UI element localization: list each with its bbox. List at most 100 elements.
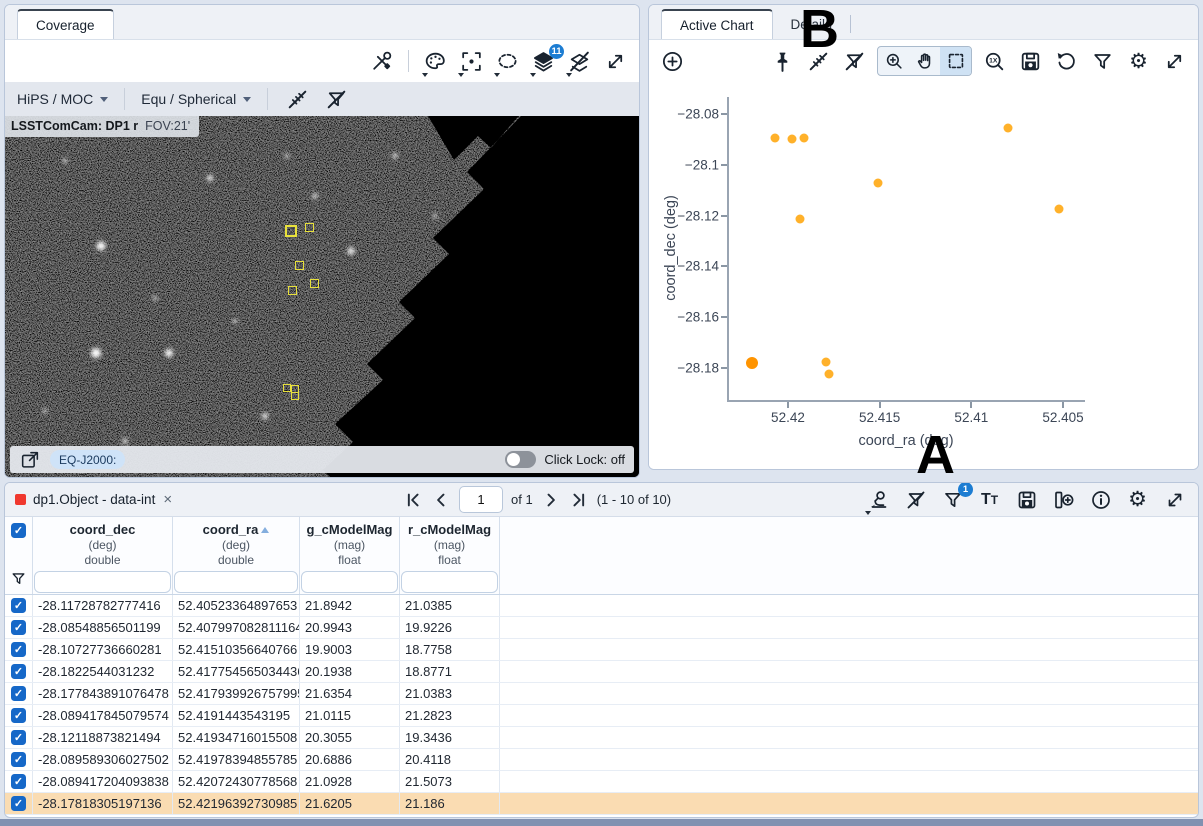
unfilter-button[interactable] bbox=[902, 486, 929, 513]
save-chart-button[interactable] bbox=[1017, 48, 1044, 75]
column-filter-input[interactable] bbox=[301, 571, 398, 593]
select-all-checkbox[interactable]: ✓ bbox=[11, 523, 26, 538]
row-checkbox-checked[interactable]: ✓ bbox=[11, 708, 26, 723]
bottom-scrollbar[interactable] bbox=[0, 819, 1203, 826]
source-marker[interactable] bbox=[309, 278, 319, 288]
save-table-button[interactable] bbox=[1013, 486, 1040, 513]
page-input[interactable] bbox=[459, 486, 503, 513]
hips-moc-dropdown[interactable]: HiPS / MOC bbox=[17, 91, 109, 107]
table-row[interactable]: ✓ -28.17818305197136 52.42196392730985 21.6… bbox=[5, 793, 1198, 815]
table-header: ✓ coord_dec (deg) double coord_ra (deg) doubl… bbox=[5, 517, 1198, 595]
text-view-button[interactable]: TT bbox=[976, 486, 1003, 513]
last-page-button[interactable] bbox=[569, 490, 589, 510]
row-checkbox-checked[interactable]: ✓ bbox=[11, 642, 26, 657]
close-table-icon[interactable]: × bbox=[163, 492, 172, 507]
unfilter-button[interactable] bbox=[323, 86, 350, 113]
data-point[interactable] bbox=[824, 369, 834, 378]
zoom-mode-button[interactable] bbox=[878, 47, 909, 75]
unfilter-icon bbox=[907, 491, 924, 508]
tab-coverage[interactable]: Coverage bbox=[17, 9, 114, 39]
table-row[interactable]: ✓ -28.1822544031232 52.417754565034436 20.1… bbox=[5, 661, 1198, 683]
table-row[interactable]: ✓ -28.11728782777416 52.40523364897653 21.8… bbox=[5, 595, 1198, 617]
row-checkbox-checked[interactable]: ✓ bbox=[11, 796, 26, 811]
source-marker[interactable] bbox=[304, 222, 314, 232]
tools-button[interactable] bbox=[368, 48, 395, 75]
column-filter-input[interactable] bbox=[401, 571, 498, 593]
row-filler bbox=[500, 793, 1198, 814]
filter-button[interactable]: 1 bbox=[939, 483, 973, 513]
inspect-icon bbox=[870, 490, 886, 508]
center-image-button[interactable] bbox=[458, 48, 485, 77]
table-row[interactable]: ✓ -28.08548856501199 52.407997082811164 20.… bbox=[5, 617, 1198, 639]
source-marker[interactable] bbox=[287, 285, 297, 295]
pin-chart-button[interactable] bbox=[769, 48, 796, 75]
rect-select-mode-button[interactable] bbox=[940, 47, 971, 75]
column-header[interactable]: g_cModelMag (mag) float bbox=[300, 517, 400, 594]
table-row[interactable]: ✓ -28.089417204093838 52.42072430778568 21.… bbox=[5, 771, 1198, 793]
source-marker[interactable] bbox=[283, 384, 291, 392]
data-point[interactable] bbox=[1054, 204, 1064, 214]
column-filter-input[interactable] bbox=[34, 571, 171, 593]
row-checkbox-checked[interactable]: ✓ bbox=[11, 598, 26, 613]
projection-dropdown[interactable]: Equ / Spherical bbox=[141, 91, 252, 107]
column-header[interactable]: coord_dec (deg) double bbox=[33, 517, 173, 594]
row-checkbox-checked[interactable]: ✓ bbox=[11, 686, 26, 701]
data-point[interactable] bbox=[873, 178, 883, 188]
info-button[interactable] bbox=[1087, 486, 1114, 513]
table-settings-button[interactable]: ⚙ bbox=[1124, 486, 1151, 513]
table-row[interactable]: ✓ -28.12118873821494 52.41934716015508 20.3… bbox=[5, 727, 1198, 749]
chart-settings-button[interactable]: ⚙ bbox=[1125, 48, 1152, 75]
row-checkbox-checked[interactable]: ✓ bbox=[11, 620, 26, 635]
row-checkbox-checked[interactable]: ✓ bbox=[11, 774, 26, 789]
chart-expand-button[interactable] bbox=[1161, 48, 1188, 75]
data-point[interactable] bbox=[770, 133, 780, 143]
pan-mode-button[interactable] bbox=[909, 47, 940, 75]
data-point[interactable] bbox=[795, 214, 805, 224]
filter-icon bbox=[1094, 53, 1111, 69]
table-row[interactable]: ✓ -28.10727736660281 52.41510356640766 19.9… bbox=[5, 639, 1198, 661]
first-page-button[interactable] bbox=[403, 490, 423, 510]
table-expand-button[interactable] bbox=[1161, 486, 1188, 513]
unfilter-button[interactable] bbox=[841, 48, 868, 75]
table-row[interactable]: ✓ -28.089589306027502 52.41978394855785 20.… bbox=[5, 749, 1198, 771]
table-row[interactable]: ✓ -28.089417845079574 52.4191443543195 21.0… bbox=[5, 705, 1198, 727]
sky-image[interactable]: LSSTComCam: DP1 r FOV:21' EQ-J2000: Click… bbox=[5, 116, 639, 477]
data-point[interactable] bbox=[821, 357, 831, 367]
layers-button[interactable]: 11 bbox=[530, 43, 564, 77]
save-icon bbox=[1018, 491, 1035, 508]
row-checkbox-checked[interactable]: ✓ bbox=[11, 664, 26, 679]
column-filter-input[interactable] bbox=[174, 571, 298, 593]
row-checkbox-checked[interactable]: ✓ bbox=[11, 752, 26, 767]
zoom-original-button[interactable]: 1X bbox=[981, 48, 1008, 75]
external-link-icon[interactable] bbox=[19, 449, 41, 471]
add-chart-button[interactable] bbox=[659, 48, 686, 75]
color-palette-button[interactable] bbox=[422, 48, 449, 77]
prev-page-button[interactable] bbox=[431, 490, 451, 510]
add-column-button[interactable] bbox=[1050, 486, 1077, 513]
coverage-expand-button[interactable] bbox=[602, 48, 629, 75]
ellipse-select-button[interactable] bbox=[494, 48, 521, 77]
data-point[interactable] bbox=[745, 357, 758, 370]
y-tick-mark bbox=[721, 366, 727, 369]
row-checkbox-cell: ✓ bbox=[5, 639, 33, 660]
source-marker[interactable] bbox=[294, 260, 304, 270]
source-marker[interactable] bbox=[285, 225, 297, 237]
click-lock-toggle[interactable] bbox=[505, 451, 537, 468]
column-filter-icon[interactable] bbox=[10, 570, 27, 587]
tab-active-chart[interactable]: Active Chart bbox=[661, 9, 773, 39]
unhighlight-button[interactable] bbox=[284, 86, 311, 113]
next-page-button[interactable] bbox=[541, 490, 561, 510]
data-point[interactable] bbox=[799, 133, 809, 143]
data-point[interactable] bbox=[1003, 123, 1013, 133]
layers-off-button[interactable] bbox=[566, 48, 593, 77]
scatter-plot[interactable]: coord_ra (deg) coord_dec (deg) 52.42 52.4… bbox=[649, 82, 1198, 469]
filter-chart-button[interactable] bbox=[1089, 48, 1116, 75]
inspect-button[interactable] bbox=[865, 486, 892, 515]
column-header[interactable]: r_cModelMag (mag) float bbox=[400, 517, 500, 594]
refresh-button[interactable] bbox=[1053, 48, 1080, 75]
table-row[interactable]: ✓ -28.177843891076478 52.417939926757995 21… bbox=[5, 683, 1198, 705]
column-header[interactable]: coord_ra (deg) double bbox=[173, 517, 300, 594]
row-checkbox-checked[interactable]: ✓ bbox=[11, 730, 26, 745]
source-marker[interactable] bbox=[291, 392, 299, 400]
data-point[interactable] bbox=[787, 134, 797, 144]
